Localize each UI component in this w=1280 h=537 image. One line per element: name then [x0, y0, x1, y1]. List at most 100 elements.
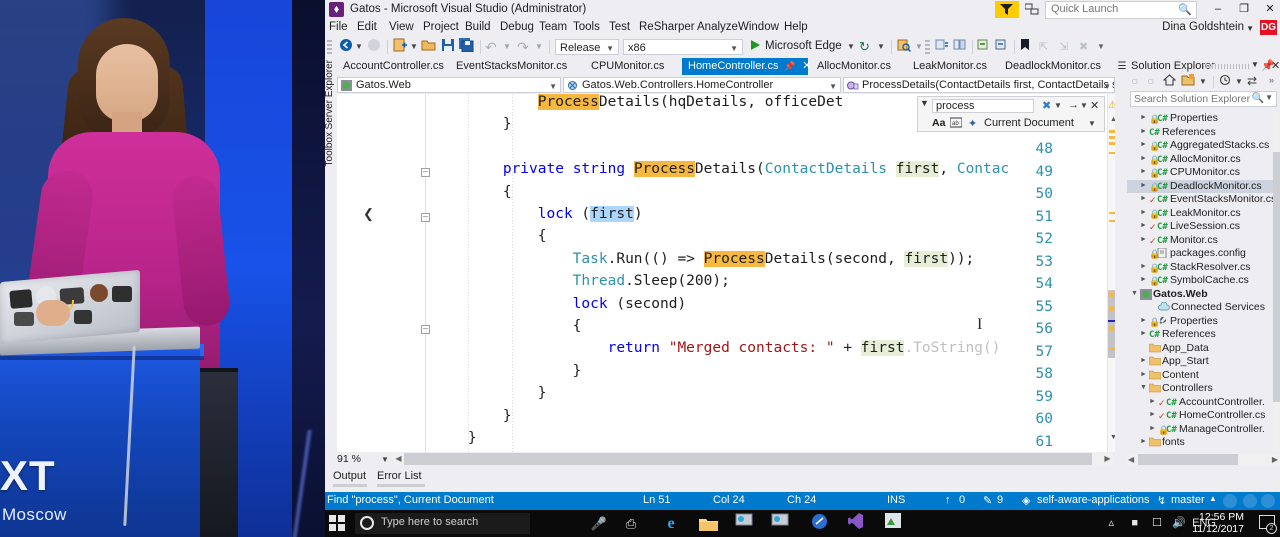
editor-tab-homecontroller[interactable]: HomeController.cs: [682, 58, 787, 75]
solution-explorer-item-livesession-cs[interactable]: ► ✓ C# LiveSession.cs: [1127, 220, 1273, 234]
start-button-icon[interactable]: [329, 515, 347, 532]
taskbar-search-input[interactable]: Type here to search: [355, 513, 530, 534]
menu-item-edit[interactable]: Edit: [357, 19, 377, 36]
editor-tab-allocmonitor[interactable]: AllocMonitor.cs: [811, 58, 897, 75]
scroll-right-arrow-icon[interactable]: ▶: [1272, 454, 1278, 465]
menu-item-help[interactable]: Help: [784, 19, 808, 36]
scrollbar-thumb[interactable]: [1138, 454, 1238, 465]
editor-tab-leakmonitor[interactable]: LeakMonitor.cs: [907, 58, 993, 75]
solution-explorer-item-app-start[interactable]: ► App_Start: [1127, 355, 1273, 369]
navbar-project-select[interactable]: Gatos.Web ▼: [337, 77, 561, 93]
editor-tab-pin-close-group[interactable]: 📌 ✕: [780, 58, 812, 75]
send-feedback-icon[interactable]: [1024, 3, 1039, 18]
remote-desktop-2-icon[interactable]: [769, 513, 791, 534]
expand-arrow-icon[interactable]: ►: [1140, 263, 1147, 270]
menu-item-debug[interactable]: Debug: [500, 19, 534, 36]
toolbar-grip[interactable]: [327, 40, 332, 54]
editor-scrollbar-markers[interactable]: ⚠ ▲ ▼: [1107, 94, 1115, 452]
navbar-member-select[interactable]: ProcessDetails(ContactDetails first, Con…: [843, 77, 1115, 93]
chevron-down-icon[interactable]: ▼: [1235, 77, 1243, 86]
pin-icon[interactable]: 📌: [784, 61, 795, 71]
menu-item-tools[interactable]: Tools: [573, 19, 600, 36]
chevron-down-icon[interactable]: ▼: [1199, 77, 1207, 86]
solution-explorer-item-monitor-cs[interactable]: ► ✓ C# Monitor.cs: [1127, 234, 1273, 248]
dock-tab-server-explorer[interactable]: Server Explorer: [325, 60, 335, 129]
outlining-collapse-toggle[interactable]: ─: [421, 168, 430, 177]
feedback-smiley-icon[interactable]: [1243, 494, 1257, 508]
expand-arrow-icon[interactable]: ►: [1149, 425, 1156, 432]
pending-changes-icon[interactable]: [1219, 74, 1232, 89]
show-hidden-icons-chevron[interactable]: ▵: [1108, 513, 1114, 534]
build-configuration-select[interactable]: Release ▼: [555, 39, 619, 55]
find-in-files-icon[interactable]: [897, 38, 912, 56]
expand-arrow-icon[interactable]: ►: [1140, 155, 1147, 162]
feedback-flag-icon[interactable]: [995, 1, 1019, 18]
solution-explorer-item-controllers[interactable]: ▼ Controllers: [1127, 382, 1273, 396]
solution-explorer-item-references[interactable]: ► C# References: [1127, 126, 1273, 140]
solution-explorer-item-accountcontroller[interactable]: ► ✓ C# AccountController.: [1127, 396, 1273, 410]
sync-with-active-document-icon[interactable]: ⇄: [1247, 74, 1257, 88]
save-icon[interactable]: [441, 38, 455, 56]
comment-icon[interactable]: [935, 38, 949, 56]
collapse-arrow-icon[interactable]: ▼: [1140, 384, 1147, 391]
taskbar-date[interactable]: 11/12/2017: [1180, 523, 1244, 535]
close-find-icon[interactable]: ✕: [1090, 99, 1099, 112]
solution-explorer-item-cpumonitor-cs[interactable]: ► 🔒 C# CPUMonitor.cs: [1127, 166, 1273, 180]
debug-target-label[interactable]: Microsoft Edge: [765, 38, 842, 56]
outlining-collapse-toggle[interactable]: ─: [421, 325, 430, 334]
solution-explorer-item-packages-config[interactable]: 🔒 packages.config: [1127, 247, 1273, 261]
quick-find-widget[interactable]: ▼ process ✖ ▼ → ▼ ✕ Aa ab ✦ Current Docu…: [917, 96, 1105, 132]
expand-arrow-icon[interactable]: ►: [1140, 128, 1147, 135]
dock-tab-toolbox[interactable]: Toolbox: [325, 132, 335, 166]
solution-explorer-item-fonts[interactable]: ► fonts: [1127, 436, 1273, 450]
find-history-dropdown-icon[interactable]: ▼: [1054, 101, 1062, 110]
editor-tab-accountcontroller[interactable]: AccountController.cs: [337, 58, 450, 75]
file-explorer-icon[interactable]: [697, 513, 719, 534]
scroll-up-arrow-icon[interactable]: ▲: [1110, 116, 1115, 123]
navigate-backward-dropdown-icon[interactable]: ▼: [355, 38, 363, 56]
task-view-icon[interactable]: ⎙: [620, 513, 642, 534]
scroll-left-arrow-icon[interactable]: ◀: [393, 453, 404, 465]
toolbar-grip[interactable]: [925, 40, 930, 54]
debug-target-dropdown-icon[interactable]: ▼: [847, 38, 855, 56]
solution-explorer-item-homecontroller-cs[interactable]: ► ✓ C# HomeController.cs: [1127, 409, 1273, 423]
scrollbar-thumb[interactable]: [1273, 152, 1280, 402]
bookmark-icon[interactable]: [1020, 38, 1030, 56]
home-icon[interactable]: [1162, 74, 1177, 89]
code-editor[interactable]: 46 47 48 49 50 51 52 53 54 55 56 57 58 5…: [337, 94, 1115, 452]
solution-explorer-item-gatos-web[interactable]: ▼ Gatos.Web: [1127, 288, 1273, 302]
save-all-icon[interactable]: [459, 38, 474, 56]
resharper-gutter-arrow-icon[interactable]: ❮: [363, 206, 374, 222]
menu-item-window[interactable]: Window: [738, 19, 779, 36]
avatar[interactable]: DG: [1260, 20, 1277, 35]
navigate-backward-icon[interactable]: [339, 38, 353, 56]
scroll-right-arrow-icon[interactable]: ▶: [1102, 453, 1113, 465]
status-extra-icon[interactable]: [1261, 494, 1275, 508]
menu-item-build[interactable]: Build: [465, 19, 491, 36]
expand-arrow-icon[interactable]: ►: [1140, 222, 1147, 229]
outdent-icon[interactable]: [995, 38, 1008, 56]
solution-explorer-item-managecontroller[interactable]: ► 🔒 C# ManageController.: [1127, 423, 1273, 437]
expand-arrow-icon[interactable]: ►: [1140, 330, 1147, 337]
pending-changes-edit-icon[interactable]: ✎: [983, 494, 992, 507]
horizontal-scrollbar[interactable]: ◀ ▶: [393, 453, 1113, 465]
solution-explorer-item-connected-services[interactable]: Connected Services: [1127, 301, 1273, 315]
solution-explorer-tree[interactable]: ► 🔒 C# Properties ► C# References ► 🔒 C# Aggregate…: [1127, 112, 1280, 452]
open-file-icon[interactable]: [421, 38, 436, 56]
solution-explorer-search-input[interactable]: Search Solution Explorer (Ctrl+¨ 🔍 ▼: [1130, 91, 1277, 107]
window-minimize-button[interactable]: –: [1205, 1, 1231, 18]
solution-explorer-vertical-scrollbar[interactable]: [1273, 112, 1280, 452]
solution-explorer-item-eventstacksmonitor-cs[interactable]: ► ✓ C# EventStacksMonitor.cs: [1127, 193, 1276, 207]
quick-launch-input[interactable]: Quick Launch 🔍: [1045, 1, 1197, 19]
find-direction-dropdown-icon[interactable]: ▼: [1080, 101, 1088, 110]
expand-arrow-icon[interactable]: ►: [1149, 398, 1156, 405]
expand-arrow-icon[interactable]: ►: [1140, 236, 1147, 243]
solution-explorer-item-content[interactable]: ► Content: [1127, 369, 1273, 383]
app-icon[interactable]: [882, 513, 904, 534]
menu-item-test[interactable]: Test: [609, 19, 630, 36]
new-project-icon[interactable]: [393, 38, 408, 56]
editor-tab-eventstacksmonitor[interactable]: EventStacksMonitor.cs: [450, 58, 573, 75]
editor-tab-deadlockmonitor[interactable]: DeadlockMonitor.cs: [999, 58, 1107, 75]
solution-explorer-item-symbolcache-cs[interactable]: ► 🔒 C# SymbolCache.cs: [1127, 274, 1273, 288]
pending-changes-up-icon[interactable]: ↑: [945, 494, 951, 506]
